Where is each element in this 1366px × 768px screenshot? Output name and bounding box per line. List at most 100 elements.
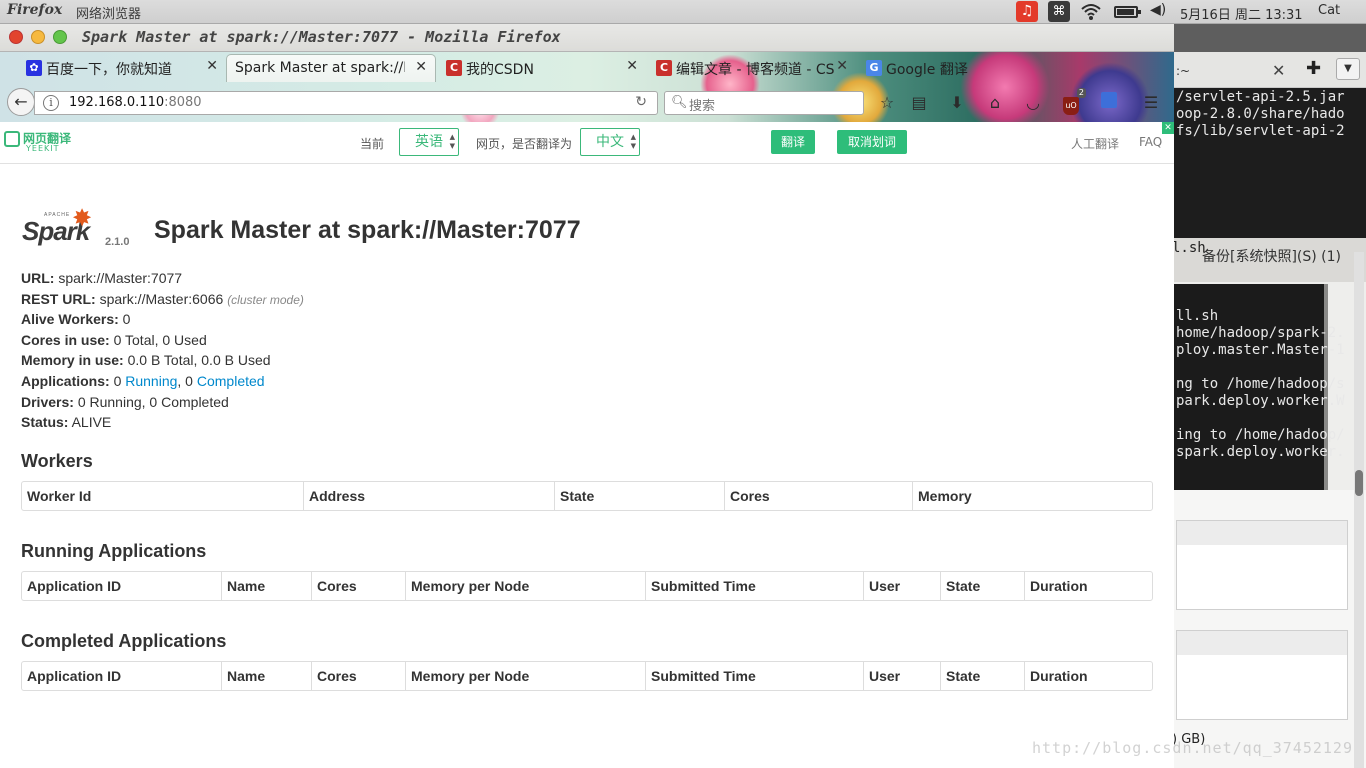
table-header-cell[interactable]: State xyxy=(940,572,1024,600)
close-icon[interactable]: ✕ xyxy=(626,58,638,74)
download-icon[interactable]: ⬇ xyxy=(946,92,968,114)
target-language-select[interactable]: 中文 ▲ ▼ xyxy=(580,128,640,156)
info-label: Cores in use: xyxy=(21,331,110,348)
close-icon[interactable]: ✕ xyxy=(1272,61,1285,80)
bookmark-star-icon[interactable]: ☆ xyxy=(876,92,898,114)
cancel-word-selection-button[interactable]: 取消划词 xyxy=(837,130,907,154)
netease-music-icon[interactable]: ♫ xyxy=(1016,1,1038,22)
firefox-window: Spark Master at spark://Master:7077 - Mo… xyxy=(0,24,1174,768)
table-header-cell[interactable]: Name xyxy=(221,572,311,600)
window-titlebar[interactable]: Spark Master at spark://Master:7077 - Mo… xyxy=(0,24,1174,52)
window-minimize-button[interactable] xyxy=(31,30,45,44)
hamburger-menu-icon[interactable]: ☰ xyxy=(1140,92,1162,114)
table-header-cell[interactable]: Name xyxy=(221,662,311,690)
close-icon[interactable]: ✕ xyxy=(415,59,427,75)
table-header-cell[interactable]: Submitted Time xyxy=(645,662,863,690)
table-header-cell[interactable]: State xyxy=(554,482,724,510)
back-button[interactable]: ← xyxy=(7,88,35,116)
table-header-cell[interactable]: User xyxy=(863,662,940,690)
close-icon[interactable]: ✕ xyxy=(836,58,848,74)
chevron-down-icon[interactable]: ▼ xyxy=(1336,58,1360,80)
info-label: Memory in use: xyxy=(21,352,124,369)
table-header-cell[interactable]: Memory xyxy=(912,482,1152,510)
table-header-cell[interactable]: Cores xyxy=(311,662,405,690)
info-url: URL: spark://Master:7077 xyxy=(21,268,304,289)
table-header-cell[interactable]: Duration xyxy=(1024,572,1152,600)
window-maximize-button[interactable] xyxy=(53,30,67,44)
info-value: 0.0 B Total, 0.0 B Used xyxy=(127,352,271,369)
source-language-select[interactable]: 英语 ▲ ▼ xyxy=(399,128,459,156)
terminal-line: /servlet-api-2.5.jar xyxy=(1176,89,1345,105)
info-memory: Memory in use: 0.0 B Total, 0.0 B Used xyxy=(21,350,304,371)
translate-button[interactable]: 翻译 xyxy=(771,130,815,154)
close-icon[interactable]: ✕ xyxy=(206,58,218,74)
tab-spark-master[interactable]: Spark Master at spark://Ma ✕ xyxy=(226,54,436,82)
table-header-cell[interactable]: Memory per Node xyxy=(405,662,645,690)
table-header-cell[interactable]: Duration xyxy=(1024,662,1152,690)
home-icon[interactable]: ⌂ xyxy=(984,92,1006,114)
tab-baidu[interactable]: ✿ 百度一下，你就知道 ✕ xyxy=(20,54,226,82)
scrollbar-thumb[interactable] xyxy=(1355,470,1363,496)
reload-icon[interactable]: ↻ xyxy=(635,94,647,110)
table-header-cell[interactable]: Application ID xyxy=(22,572,221,600)
search-input[interactable]: 🔍︎ 搜索 xyxy=(664,91,864,115)
info-applications: Applications: 0 Running, 0 Completed xyxy=(21,371,304,392)
app-menu-label[interactable]: 网络浏览器 xyxy=(76,3,141,22)
table-header-cell[interactable]: Application ID xyxy=(22,662,221,690)
browser-toolbar-area: ✿ 百度一下，你就知道 ✕ Spark Master at spark://Ma… xyxy=(0,52,1174,122)
clock[interactable]: 5月16日 周二 13:31 xyxy=(1180,4,1303,23)
close-icon[interactable]: ✕ xyxy=(1162,122,1174,134)
table-header-cell[interactable]: Worker Id xyxy=(22,482,303,510)
url-text[interactable]: 192.168.0.110:8080 xyxy=(69,95,202,110)
info-value: spark://Master:7077 xyxy=(58,270,183,286)
tab-google-translate[interactable]: G Google 翻译 xyxy=(860,54,1060,82)
pocket-icon[interactable]: ◡ xyxy=(1022,92,1044,114)
background-card xyxy=(1176,520,1348,610)
faq-link[interactable]: FAQ xyxy=(1139,135,1162,149)
table-header-cell[interactable]: Submitted Time xyxy=(645,572,863,600)
human-translation-link[interactable]: 人工翻译 xyxy=(1071,135,1119,152)
info-label: REST URL: xyxy=(21,290,96,307)
search-icon: 🔍︎ xyxy=(671,95,688,110)
workers-table: Worker Id Address State Cores Memory xyxy=(21,481,1153,511)
page-content: APACHE Spark ✸ 2.1.0 Spark Master at spa… xyxy=(0,164,1174,768)
backup-menu-label[interactable]: 备份[系统快照](S) (1) xyxy=(1202,246,1341,266)
info-value: 0 Total, 0 Used xyxy=(113,331,207,348)
info-cores: Cores in use: 0 Total, 0 Used xyxy=(21,330,304,351)
new-tab-icon[interactable]: ✚ xyxy=(1306,58,1321,79)
ublock-icon[interactable]: uO 2 xyxy=(1060,88,1086,115)
scrollbar[interactable] xyxy=(1354,252,1364,768)
terminal-line: home/hadoop/spark-2. xyxy=(1176,325,1345,341)
table-header-cell[interactable]: Memory per Node xyxy=(405,572,645,600)
table-header-cell[interactable]: Cores xyxy=(311,572,405,600)
table-header-cell[interactable]: Cores xyxy=(724,482,912,510)
window-close-button[interactable] xyxy=(9,30,23,44)
yeekit-icon xyxy=(4,131,20,147)
csdn-icon: C xyxy=(446,60,462,76)
command-key-icon[interactable]: ⌘ xyxy=(1048,1,1070,22)
battery-icon[interactable] xyxy=(1114,6,1141,18)
tab-csdn-edit[interactable]: C 编辑文章 - 博客频道 - CSDN ✕ xyxy=(650,54,856,82)
background-terminal-window[interactable]: :~ ✕ ✚ ▼ /servlet-api-2.5.jar oop-2.8.0/… xyxy=(1172,52,1366,768)
terminal-line: park.deploy.worker.W xyxy=(1176,393,1345,409)
completed-apps-link[interactable]: Completed xyxy=(197,373,265,389)
terminal-line: spark.deploy.worker. xyxy=(1176,444,1345,460)
tab-my-csdn[interactable]: C 我的CSDN ✕ xyxy=(440,54,646,82)
table-header-cell[interactable]: User xyxy=(863,572,940,600)
spark-version: 2.1.0 xyxy=(105,236,130,248)
table-header-cell[interactable]: State xyxy=(940,662,1024,690)
terminal-tab-label[interactable]: :~ xyxy=(1176,64,1190,78)
running-apps-table: Application ID Name Cores Memory per Nod… xyxy=(21,571,1153,601)
table-header-cell[interactable]: Address xyxy=(303,482,554,510)
target-language-value: 中文 xyxy=(596,134,624,150)
library-icon[interactable]: ▤ xyxy=(908,92,930,114)
extension-icon[interactable] xyxy=(1098,92,1120,114)
wifi-icon[interactable] xyxy=(1080,2,1102,22)
volume-icon[interactable]: ◀) xyxy=(1150,2,1166,22)
site-info-icon[interactable]: i xyxy=(43,95,59,111)
user-menu[interactable]: Cat xyxy=(1318,3,1340,18)
translation-logo-sub: YEEKIT xyxy=(26,144,60,153)
running-apps-link[interactable]: Running xyxy=(125,373,177,389)
info-note: (cluster mode) xyxy=(227,292,304,307)
url-bar[interactable]: i 192.168.0.110:8080 ↻ xyxy=(34,91,658,115)
